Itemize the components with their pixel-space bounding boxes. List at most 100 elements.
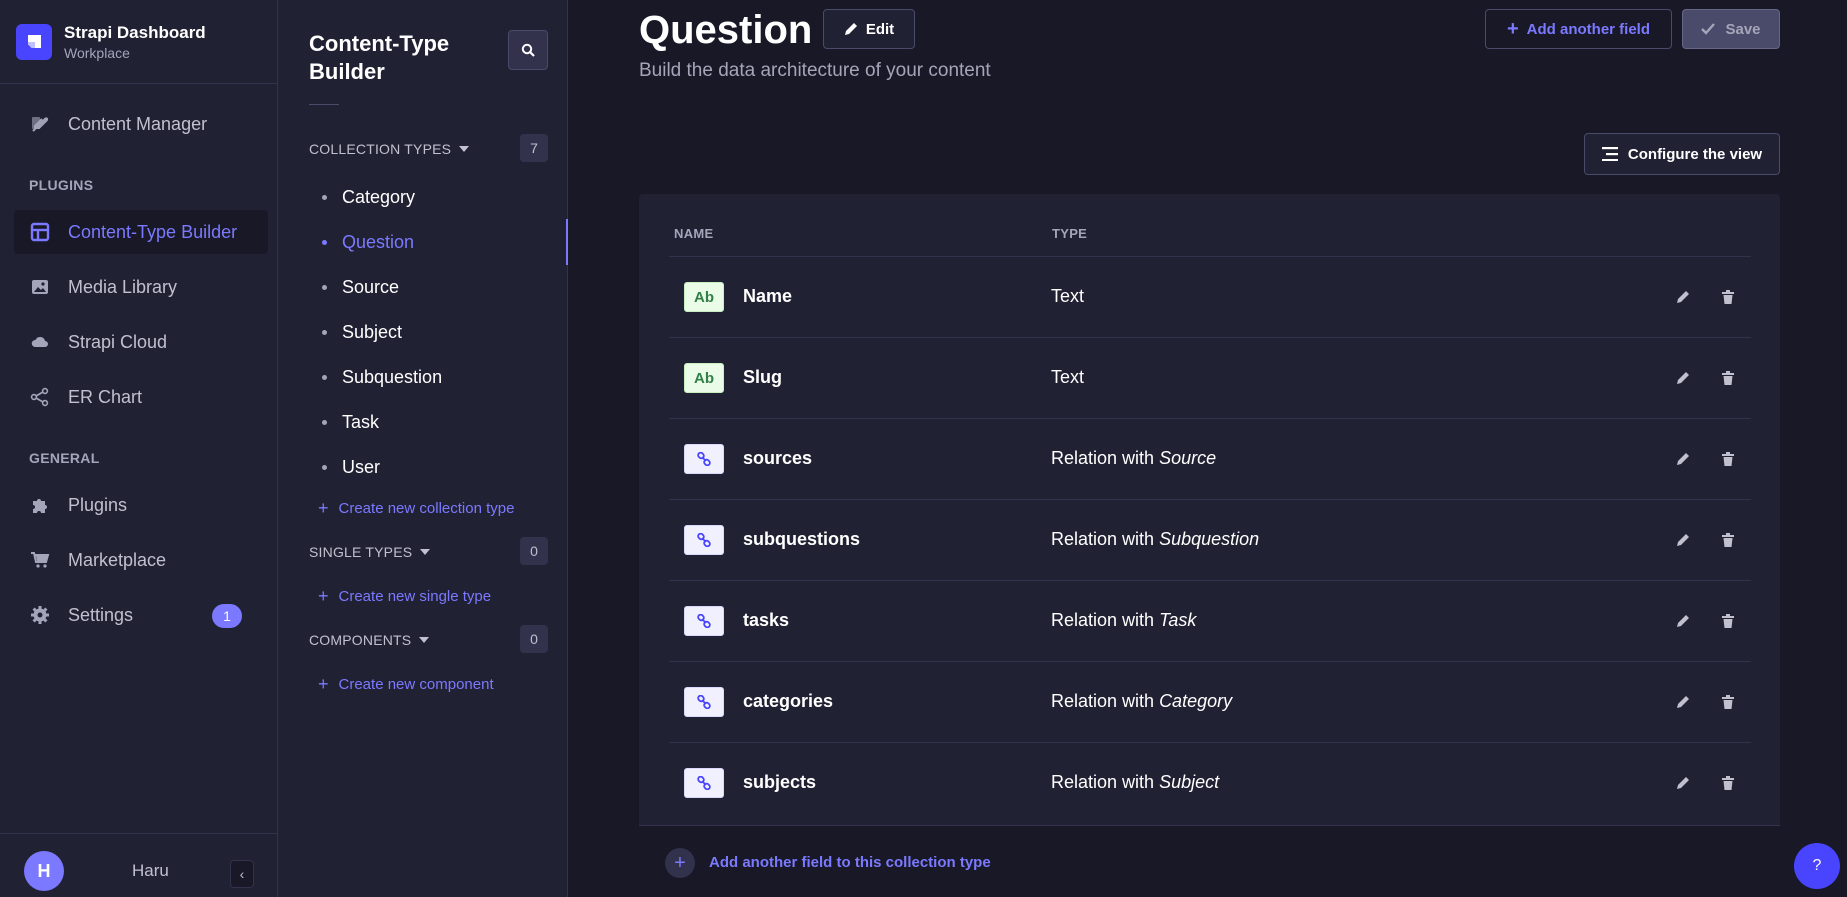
- edit-field-button[interactable]: [1671, 366, 1695, 390]
- table-row[interactable]: sources Relation with Source: [669, 418, 1751, 499]
- sub-item-source[interactable]: Source: [322, 277, 399, 298]
- type-prefix: Text: [1051, 286, 1085, 306]
- delete-field-button[interactable]: [1716, 771, 1740, 795]
- sub-item-subject[interactable]: Subject: [322, 322, 402, 343]
- puzzle-icon: [28, 493, 52, 517]
- edit-field-button[interactable]: [1671, 690, 1695, 714]
- create-collection-type-link[interactable]: + Create new collection type: [318, 498, 514, 519]
- username[interactable]: Haru: [132, 861, 169, 881]
- sub-item-user[interactable]: User: [322, 457, 380, 478]
- pencil-icon: [1677, 615, 1689, 627]
- bullet: [322, 195, 327, 200]
- type-target: Subject: [1159, 772, 1220, 792]
- relation-type-icon: [684, 606, 724, 636]
- layout-lines-icon: [1601, 147, 1618, 161]
- edit-field-button[interactable]: [1671, 285, 1695, 309]
- pencil-icon: [844, 23, 857, 35]
- delete-field-button[interactable]: [1716, 285, 1740, 309]
- plus-icon: +: [318, 498, 329, 518]
- nav-item-content-manager[interactable]: Content Manager: [14, 102, 268, 146]
- page-title: Question: [639, 8, 813, 52]
- pencil-icon: [1677, 777, 1689, 789]
- brand[interactable]: Strapi Dashboard Workplace: [0, 0, 277, 84]
- table-row[interactable]: tasks Relation with Task: [669, 580, 1751, 661]
- column-header-name: NAME: [674, 226, 714, 241]
- table-row[interactable]: Ab Name Text: [669, 256, 1751, 337]
- bullet: [322, 375, 327, 380]
- search-button[interactable]: [508, 30, 548, 70]
- create-single-type-link[interactable]: + Create new single type: [318, 586, 491, 607]
- sub-item-subquestion[interactable]: Subquestion: [322, 367, 442, 388]
- notification-badge: 1: [212, 604, 242, 628]
- sub-item-label: Category: [342, 187, 416, 207]
- edit-button[interactable]: Edit: [823, 9, 915, 49]
- components-toggle[interactable]: COMPONENTS: [309, 632, 430, 648]
- link-label: Create new single type: [338, 588, 492, 605]
- table-row[interactable]: categories Relation with Category: [669, 661, 1751, 742]
- nav-item-content-type-builder[interactable]: Content-Type Builder: [14, 210, 268, 254]
- delete-field-button[interactable]: [1716, 690, 1740, 714]
- sub-item-category[interactable]: Category: [322, 187, 415, 208]
- text-type-icon: Ab: [684, 282, 724, 312]
- field-type: Relation with Source: [1051, 448, 1216, 469]
- single-types-toggle[interactable]: SINGLE TYPES: [309, 544, 431, 560]
- sub-item-label: Subject: [342, 322, 403, 342]
- nav-item-marketplace[interactable]: Marketplace: [14, 538, 268, 582]
- save-button[interactable]: Save: [1682, 9, 1780, 49]
- delete-field-button[interactable]: [1716, 528, 1740, 552]
- strapi-logo-icon: [16, 23, 52, 60]
- delete-field-button[interactable]: [1716, 609, 1740, 633]
- edit-field-button[interactable]: [1671, 528, 1695, 552]
- button-label: Add another field: [1526, 20, 1651, 38]
- caret-down-icon: [459, 146, 470, 152]
- sub-item-question[interactable]: Question: [322, 232, 414, 253]
- edit-field-button[interactable]: [1671, 609, 1695, 633]
- edit-field-button[interactable]: [1671, 447, 1695, 471]
- edit-field-button[interactable]: [1671, 771, 1695, 795]
- sub-item-task[interactable]: Task: [322, 412, 379, 433]
- caret-down-icon: [420, 549, 431, 555]
- type-target: Subquestion: [1159, 529, 1260, 549]
- help-button[interactable]: ?: [1794, 843, 1840, 889]
- chevron-left-icon: ‹: [239, 866, 245, 882]
- field-type: Text: [1051, 286, 1084, 307]
- link-label: Create new collection type: [338, 500, 515, 517]
- create-component-link[interactable]: + Create new component: [318, 674, 494, 695]
- table-row[interactable]: subquestions Relation with Subquestion: [669, 499, 1751, 580]
- plus-icon: +: [318, 674, 329, 694]
- bullet: [322, 420, 327, 425]
- delete-field-button[interactable]: [1716, 447, 1740, 471]
- type-target: Task: [1159, 610, 1197, 630]
- table-row[interactable]: subjects Relation with Subject: [669, 742, 1751, 823]
- nav-item-er-chart[interactable]: ER Chart: [14, 375, 268, 419]
- nav-item-plugins[interactable]: Plugins: [14, 483, 268, 527]
- nav-label: Media Library: [68, 276, 178, 297]
- add-another-field-button[interactable]: + Add another field: [1485, 9, 1672, 49]
- pencil-icon: [1677, 291, 1689, 303]
- check-icon: [1701, 23, 1716, 35]
- collection-types-toggle[interactable]: COLLECTION TYPES: [309, 141, 470, 157]
- trash-icon: [1722, 533, 1734, 547]
- link-icon: [697, 614, 711, 628]
- plus-circle-icon[interactable]: +: [665, 848, 695, 878]
- plus-icon: +: [318, 586, 329, 606]
- collapse-nav-button[interactable]: ‹: [230, 860, 254, 888]
- layout-icon: [28, 220, 52, 244]
- field-name: categories: [743, 691, 834, 711]
- text-type-icon: Ab: [684, 363, 724, 393]
- configure-view-button[interactable]: Configure the view: [1584, 133, 1780, 175]
- pencil-icon: [1677, 453, 1689, 465]
- avatar[interactable]: H: [24, 851, 64, 891]
- field-type: Text: [1051, 367, 1084, 388]
- nav-item-strapi-cloud[interactable]: Strapi Cloud: [14, 320, 268, 364]
- add-field-to-collection-link[interactable]: Add another field to this collection typ…: [709, 854, 991, 871]
- sub-item-label: Task: [342, 412, 380, 432]
- sub-item-label: Subquestion: [342, 367, 443, 387]
- table-row[interactable]: Ab Slug Text: [669, 337, 1751, 418]
- nav-item-media-library[interactable]: Media Library: [14, 265, 268, 309]
- delete-field-button[interactable]: [1716, 366, 1740, 390]
- nav-footer: H Haru ‹: [0, 833, 278, 897]
- subnav-title: Content-Type Builder: [309, 31, 450, 84]
- nav-item-settings[interactable]: Settings 1: [14, 593, 268, 637]
- single-types-count: 0: [520, 537, 548, 565]
